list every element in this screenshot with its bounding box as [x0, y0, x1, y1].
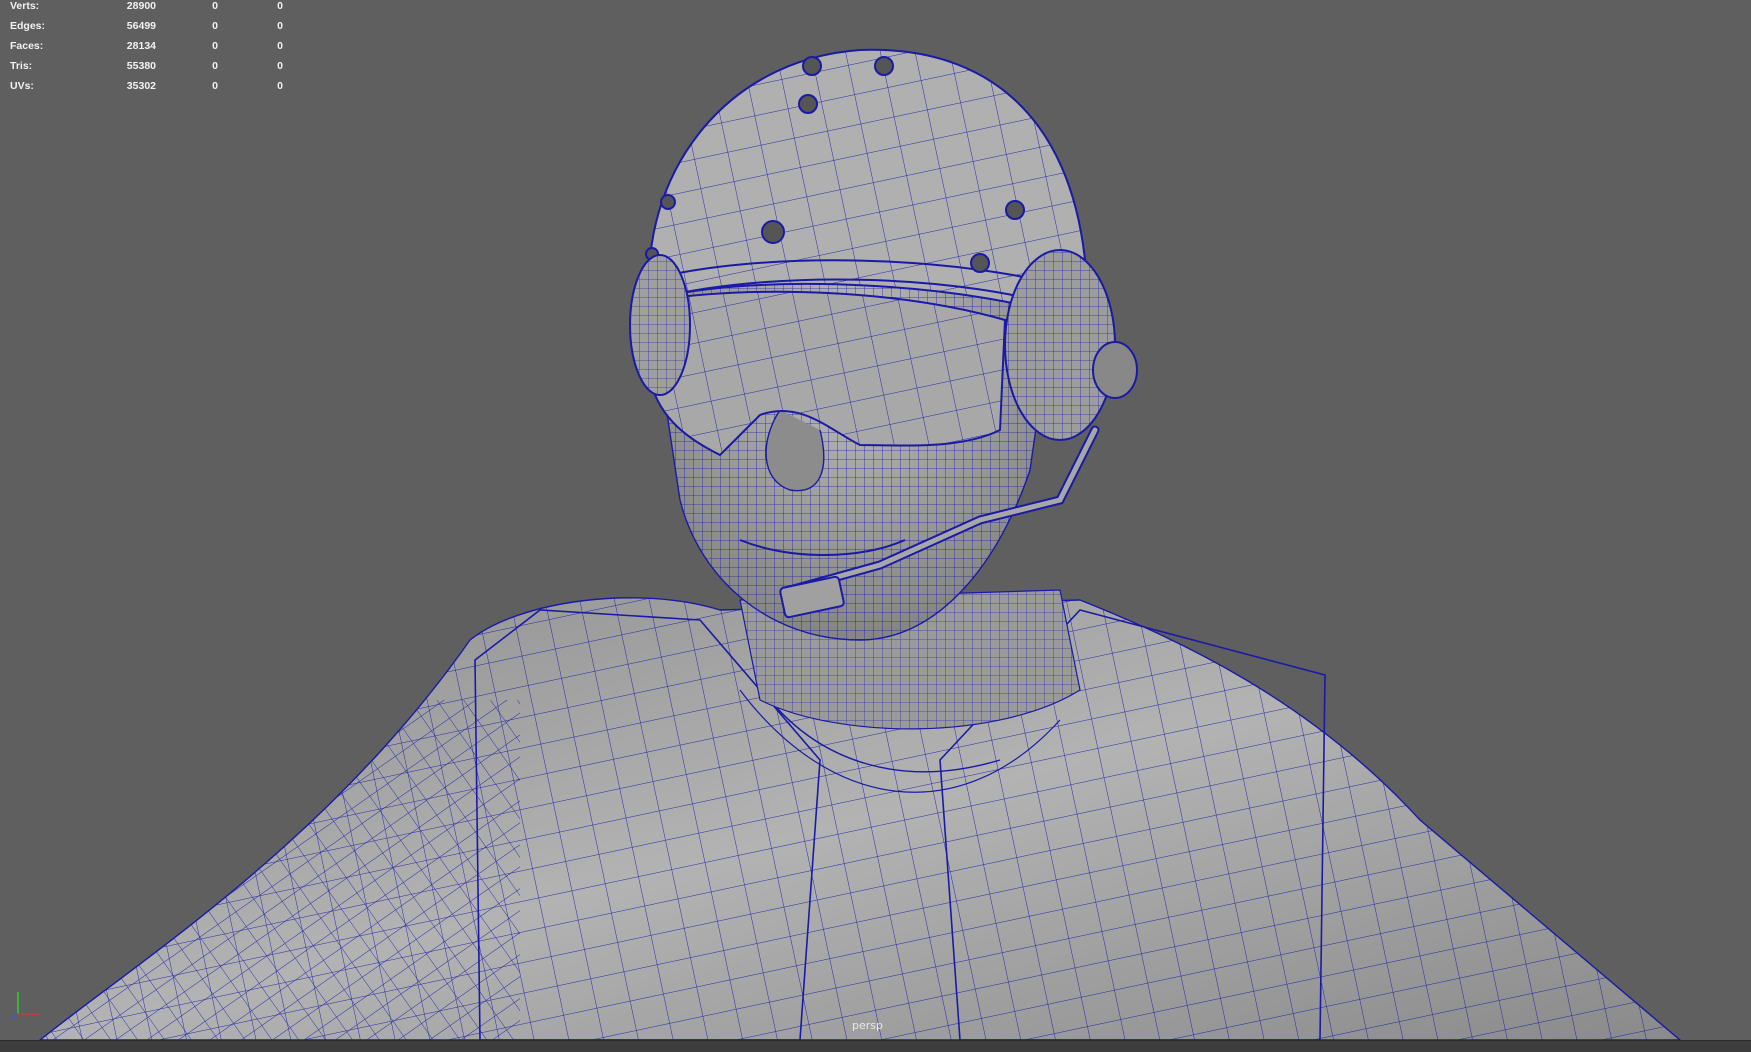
- status-bar: [0, 1040, 1751, 1052]
- 3d-viewport[interactable]: Verts: 28900 0 0 Edges: 56499 0 0 Faces:…: [0, 0, 1751, 1040]
- view-axis-icon: [11, 992, 40, 1019]
- character-wireframe-model[interactable]: [0, 0, 1751, 1040]
- camera-label: persp: [852, 1019, 883, 1032]
